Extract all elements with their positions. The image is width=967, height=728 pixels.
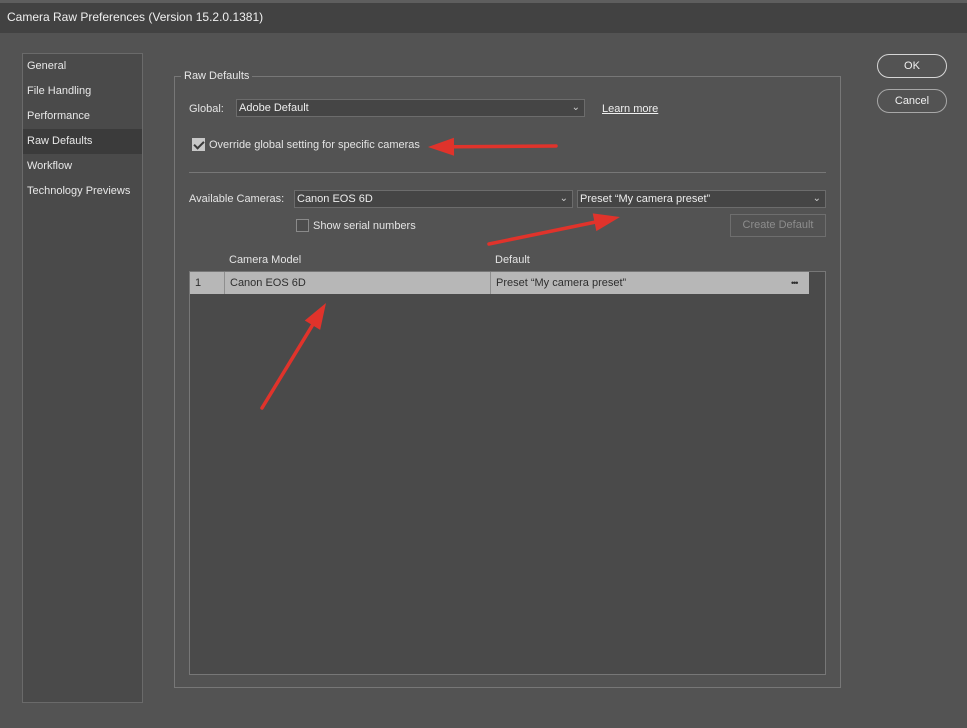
sidebar-item-workflow[interactable]: Workflow xyxy=(23,154,142,179)
learn-more-link[interactable]: Learn more xyxy=(602,103,658,115)
sidebar-item-performance[interactable]: Performance xyxy=(23,104,142,129)
override-checkbox[interactable] xyxy=(192,138,205,151)
ok-button[interactable]: OK xyxy=(877,54,947,78)
chevron-down-icon: ⌄ xyxy=(559,193,568,204)
override-label: Override global setting for specific cam… xyxy=(209,139,420,151)
more-options-icon[interactable]: ••• xyxy=(791,272,799,294)
camera-select-value: Canon EOS 6D xyxy=(297,193,373,205)
show-serial-checkbox[interactable] xyxy=(296,219,309,232)
column-header-camera-model[interactable]: Camera Model xyxy=(229,254,301,266)
section-divider xyxy=(189,172,826,173)
camera-select[interactable]: Canon EOS 6D ⌄ xyxy=(294,190,573,208)
window-title: Camera Raw Preferences (Version 15.2.0.1… xyxy=(7,10,264,24)
preset-select-value: Preset “My camera preset” xyxy=(580,193,711,205)
sidebar-item-raw-defaults[interactable]: Raw Defaults xyxy=(23,129,142,154)
global-default-select[interactable]: Adobe Default ⌄ xyxy=(236,99,585,117)
row-camera-model: Canon EOS 6D xyxy=(225,272,491,294)
create-default-button[interactable]: Create Default xyxy=(730,214,826,237)
cancel-button[interactable]: Cancel xyxy=(877,89,947,113)
available-cameras-label: Available Cameras: xyxy=(189,193,285,205)
show-serial-label: Show serial numbers xyxy=(313,220,416,232)
preset-select[interactable]: Preset “My camera preset” ⌄ xyxy=(577,190,826,208)
title-bar: Camera Raw Preferences (Version 15.2.0.1… xyxy=(0,0,967,33)
chevron-down-icon: ⌄ xyxy=(571,102,580,113)
row-index: 1 xyxy=(190,272,225,294)
table-row[interactable]: 1 Canon EOS 6D Preset “My camera preset”… xyxy=(190,272,809,294)
sidebar-item-file-handling[interactable]: File Handling xyxy=(23,79,142,104)
group-title: Raw Defaults xyxy=(181,70,253,82)
chevron-down-icon: ⌄ xyxy=(812,193,821,204)
sidebar-item-general[interactable]: General xyxy=(23,54,142,79)
column-header-default[interactable]: Default xyxy=(495,254,530,266)
preferences-sidebar: General File Handling Performance Raw De… xyxy=(22,53,143,703)
global-label: Global: xyxy=(189,103,224,115)
sidebar-item-technology-previews[interactable]: Technology Previews xyxy=(23,179,142,204)
camera-defaults-table xyxy=(189,271,826,675)
global-select-value: Adobe Default xyxy=(239,102,309,114)
row-default: Preset “My camera preset” xyxy=(496,277,627,289)
